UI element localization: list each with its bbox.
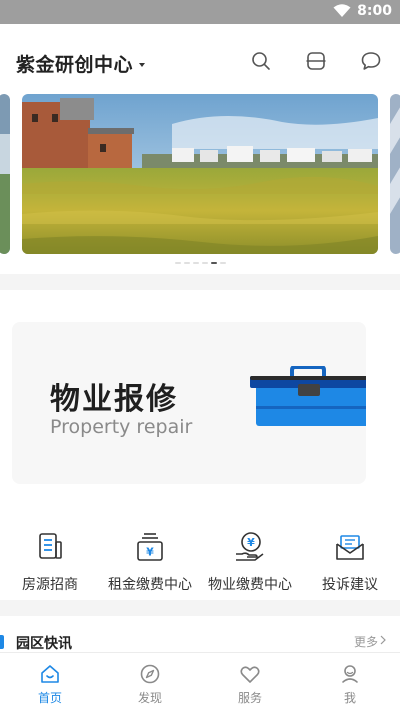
repair-card-title: 物业报修 xyxy=(50,382,178,417)
quick-action-feedback[interactable]: 投诉建议 xyxy=(300,516,400,600)
chevron-down-icon xyxy=(139,62,146,67)
park-news-header: 园区快讯 更多 xyxy=(0,626,400,654)
carousel-dot[interactable] xyxy=(201,262,208,264)
status-bar: 8:00 xyxy=(0,0,400,24)
tab-label: 发现 xyxy=(137,691,162,705)
section-accent-bar xyxy=(0,635,4,649)
heart-icon xyxy=(240,666,260,683)
carousel-dot[interactable] xyxy=(210,262,217,264)
banner-image[interactable] xyxy=(22,94,378,254)
news-more-link[interactable]: 更多 xyxy=(354,633,378,650)
section-divider xyxy=(0,274,400,290)
tab-label: 服务 xyxy=(237,691,262,705)
page-title: 紫金研创中心 xyxy=(16,54,134,76)
document-icon xyxy=(39,533,62,559)
user-icon xyxy=(342,665,358,683)
search-icon[interactable] xyxy=(250,50,272,72)
tab-services[interactable]: 服务 xyxy=(200,653,300,710)
section-divider xyxy=(0,600,400,616)
home-icon xyxy=(41,665,59,683)
tab-discover[interactable]: 发现 xyxy=(100,653,200,710)
chevron-right-icon[interactable] xyxy=(380,635,386,645)
banner-prev-peek[interactable] xyxy=(0,94,10,254)
status-bar-right: 8:00 xyxy=(333,3,392,19)
bottom-tab-bar: 首页 发现 服务 我 xyxy=(0,652,400,710)
property-payment-icon: ¥ xyxy=(236,532,264,561)
scan-icon[interactable] xyxy=(305,50,327,72)
tab-label: 我 xyxy=(343,691,356,705)
carousel-dot[interactable] xyxy=(192,262,199,264)
property-repair-card[interactable]: 物业报修 Property repair xyxy=(12,322,366,484)
quick-action-label: 房源招商 xyxy=(22,577,78,593)
banner-carousel[interactable] xyxy=(0,94,400,270)
location-selector[interactable]: 紫金研创中心 xyxy=(16,50,146,77)
carousel-dot[interactable] xyxy=(183,262,190,264)
carousel-dot[interactable] xyxy=(219,262,226,264)
toolbox-icon xyxy=(250,366,366,426)
envelope-icon xyxy=(336,535,364,560)
status-time: 8:00 xyxy=(357,3,392,19)
compass-icon xyxy=(140,664,160,684)
rent-payment-icon: ¥ xyxy=(137,533,163,561)
carousel-indicator xyxy=(0,262,400,264)
quick-actions: 房源招商 ¥ 租金缴费中心 ¥ 物业缴费中心 投诉建议 xyxy=(0,516,400,600)
app-header: 紫金研创中心 xyxy=(0,24,400,94)
quick-action-label: 投诉建议 xyxy=(322,577,378,593)
svg-text:¥: ¥ xyxy=(247,536,255,549)
message-icon[interactable] xyxy=(360,50,382,72)
wifi-icon xyxy=(333,4,351,17)
tab-home[interactable]: 首页 xyxy=(0,653,100,710)
tab-me[interactable]: 我 xyxy=(300,653,400,710)
quick-action-label: 租金缴费中心 xyxy=(108,577,192,593)
quick-action-rent-payment[interactable]: ¥ 租金缴费中心 xyxy=(100,516,200,600)
svg-text:¥: ¥ xyxy=(146,546,154,559)
quick-action-label: 物业缴费中心 xyxy=(208,577,292,593)
banner-next-peek[interactable] xyxy=(390,94,400,254)
repair-card-subtitle: Property repair xyxy=(50,416,193,438)
carousel-dot[interactable] xyxy=(174,262,181,264)
tab-label: 首页 xyxy=(37,691,62,705)
park-news-title: 园区快讯 xyxy=(16,636,72,652)
quick-action-listings[interactable]: 房源招商 xyxy=(0,516,100,600)
quick-action-property-payment[interactable]: ¥ 物业缴费中心 xyxy=(200,516,300,600)
